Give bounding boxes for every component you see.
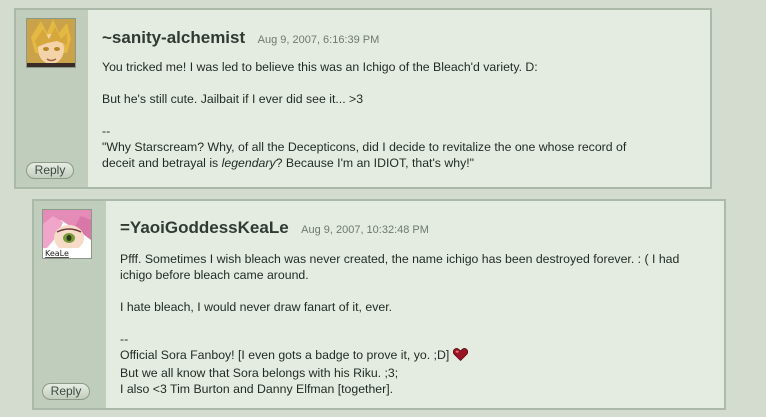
comment-paragraph: Pfff. Sometimes I wish bleach was never … [120, 252, 680, 282]
comment-text: Pfff. Sometimes I wish bleach was never … [120, 251, 710, 397]
reply-button[interactable]: Reply [26, 162, 74, 179]
signature-line: "Why Starscream? Why, of all the Decepti… [102, 140, 627, 154]
comment: Reply ~sanity-alchemist Aug 9, 2007, 6:1… [14, 8, 712, 189]
username-link[interactable]: =YaoiGoddessKeaLe [120, 218, 289, 237]
avatar[interactable] [26, 18, 76, 68]
signature-separator: -- [120, 332, 129, 346]
emphasis-text: legendary [221, 156, 276, 170]
comment-body: ~sanity-alchemist Aug 9, 2007, 6:16:39 P… [88, 10, 710, 187]
timestamp: Aug 9, 2007, 10:32:48 PM [301, 224, 429, 236]
timestamp: Aug 9, 2007, 6:16:39 PM [257, 34, 380, 46]
username-link[interactable]: ~sanity-alchemist [102, 28, 245, 47]
signature-line: deceit and betrayal is legendary? Becaus… [102, 156, 475, 170]
comment-sidebar: KeaLe Reply [34, 201, 106, 408]
signature-line: Official Sora Fanboy! [I even gots a bad… [120, 347, 700, 365]
comment-body: =YaoiGoddessKeaLe Aug 9, 2007, 10:32:48 … [106, 201, 724, 408]
avatar[interactable]: KeaLe [42, 209, 92, 259]
comment-paragraph: You tricked me! I was led to believe thi… [102, 60, 538, 74]
anime-avatar-icon [27, 19, 75, 67]
comment-sidebar: Reply [16, 10, 88, 187]
avatar-caption: KeaLe [45, 249, 69, 258]
comment-header: =YaoiGoddessKeaLe Aug 9, 2007, 10:32:48 … [120, 218, 710, 242]
comment-paragraph: But he's still cute. Jailbait if I ever … [102, 92, 364, 106]
comment-header: ~sanity-alchemist Aug 9, 2007, 6:16:39 P… [102, 28, 696, 52]
heart-icon [453, 348, 469, 365]
anime-avatar-icon: KeaLe [43, 210, 91, 258]
comment: KeaLe Reply =YaoiGoddessKeaLe Aug 9, 200… [32, 199, 726, 410]
reply-button[interactable]: Reply [42, 383, 90, 400]
comment-text: You tricked me! I was led to believe thi… [102, 59, 696, 171]
signature-separator: -- [102, 124, 111, 138]
comment-paragraph: I hate bleach, I would never draw fanart… [120, 300, 393, 314]
signature-line: I also <3 Tim Burton and Danny Elfman [t… [120, 382, 394, 396]
signature-line: But we all know that Sora belongs with h… [120, 366, 399, 380]
